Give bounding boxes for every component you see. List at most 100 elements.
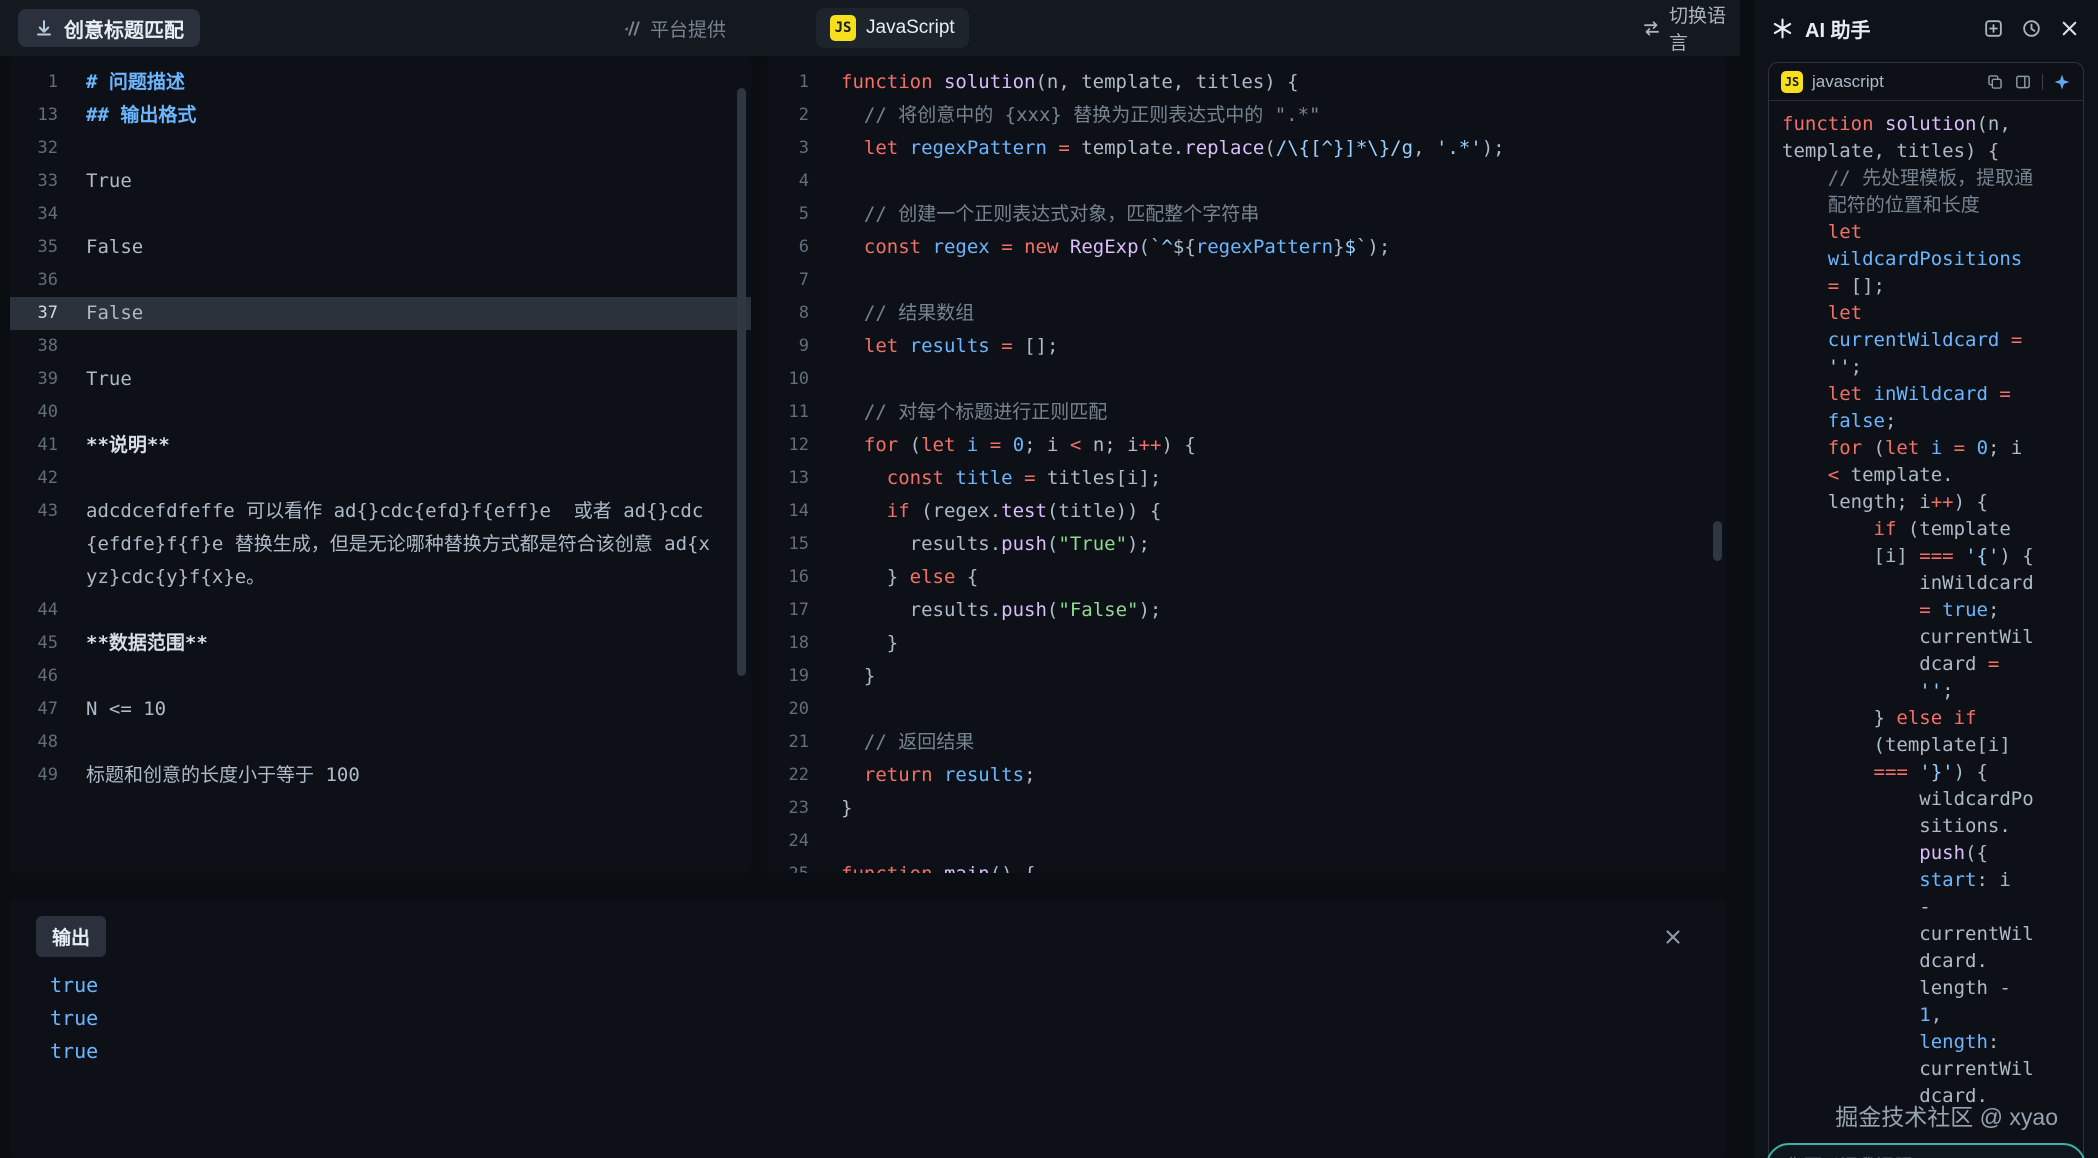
line-content: return results; (841, 759, 1036, 792)
line-content: } (841, 660, 875, 693)
problem-title-button[interactable]: 创意标题匹配 (18, 9, 200, 47)
line-content: currentWil (1782, 624, 2034, 651)
scrollbar[interactable] (737, 88, 746, 676)
line-number: 45 (10, 627, 86, 660)
line-number: 20 (767, 693, 841, 726)
line-number: 43 (10, 495, 86, 594)
switch-language-button[interactable]: 切换语言 (1642, 0, 1740, 56)
code-line: 17 results.push("False"); (767, 594, 1726, 627)
line-content: **说明** (86, 429, 751, 462)
code-line: 43adcdcefdfeffe 可以看作 ad{}cdc{efd}f{eff}e… (10, 495, 751, 594)
code-line: wildcardPo (1782, 786, 2070, 813)
line-content (86, 462, 751, 495)
code-line: currentWil (1782, 1056, 2070, 1083)
code-line: let (1782, 219, 2070, 246)
line-content: template, titles) { (1782, 138, 1999, 165)
line-content (841, 693, 852, 726)
sparkle-icon (1772, 18, 1793, 39)
code-line: 46 (10, 660, 751, 693)
line-content: length: (1782, 1029, 2011, 1056)
line-content (86, 132, 751, 165)
line-content: dcard = (1782, 651, 2011, 678)
output-line: true (50, 1002, 1726, 1035)
code-line: 23} (767, 792, 1726, 825)
new-chat-icon[interactable] (1983, 18, 2004, 39)
output-tab[interactable]: 输出 (36, 916, 106, 957)
code-line: 13## 输出格式 (10, 99, 751, 132)
line-number: 3 (767, 132, 841, 165)
code-line: 2 // 将创意中的 {xxx} 替换为正则表达式中的 ".*" (767, 99, 1726, 132)
code-line: 10 (767, 363, 1726, 396)
code-line: 47N <= 10 (10, 693, 751, 726)
scrollbar[interactable] (1713, 521, 1722, 561)
code-line: } else if (1782, 705, 2070, 732)
line-number: 44 (10, 594, 86, 627)
code-line: start: i (1782, 867, 2070, 894)
line-content: N <= 10 (86, 693, 751, 726)
line-number: 1 (767, 66, 841, 99)
line-content: length - (1782, 975, 2022, 1002)
ai-code-lines: function solution(n, template, titles) {… (1769, 101, 2083, 1120)
line-content: === '}') { (1782, 759, 1988, 786)
line-number: 4 (767, 165, 841, 198)
close-output-button[interactable] (1662, 926, 1684, 948)
ai-assistant-header: AI 助手 (1754, 0, 2098, 56)
magic-sparkle-icon[interactable] (2053, 73, 2071, 91)
line-number: 32 (10, 132, 86, 165)
line-number: 6 (767, 231, 841, 264)
insert-panel-icon[interactable] (2014, 73, 2032, 91)
line-number: 13 (10, 99, 86, 132)
line-number: 24 (767, 825, 841, 858)
swap-icon (1642, 19, 1661, 38)
code-line: 14 if (regex.test(title)) { (767, 495, 1726, 528)
line-content: 1, (1782, 1002, 1942, 1029)
code-line: 45**数据范围** (10, 627, 751, 660)
line-content (86, 726, 751, 759)
line-content: if (template (1782, 516, 2011, 543)
code-line: for (let i = 0; i (1782, 435, 2070, 462)
code-line: currentWil (1782, 624, 2070, 651)
code-line: 36 (10, 264, 751, 297)
history-icon[interactable] (2021, 18, 2042, 39)
line-number: 46 (10, 660, 86, 693)
code-line: currentWil (1782, 921, 2070, 948)
line-content: True (86, 363, 751, 396)
code-line: template, titles) { (1782, 138, 2070, 165)
close-icon[interactable] (2059, 18, 2080, 39)
arrow-down-icon (34, 18, 54, 38)
line-content: wildcardPositions (1782, 246, 2022, 273)
line-number: 7 (767, 264, 841, 297)
code-line: 16 } else { (767, 561, 1726, 594)
ai-code-tools (1986, 73, 2071, 91)
code-line: length: (1782, 1029, 2070, 1056)
line-content: wildcardPo (1782, 786, 2034, 813)
line-content: results.push("False"); (841, 594, 1161, 627)
code-line: 配符的位置和长度 (1782, 192, 2070, 219)
line-content: // 创建一个正则表达式对象，匹配整个字符串 (841, 198, 1259, 231)
line-content: **数据范围** (86, 627, 751, 660)
line-content: = true; (1782, 597, 1999, 624)
code-line: 25function main() { (767, 858, 1726, 873)
code-line: 11 // 对每个标题进行正则匹配 (767, 396, 1726, 429)
line-content: let (1782, 300, 1874, 327)
line-content: let regexPattern = template.replace(/\{[… (841, 132, 1505, 165)
line-content (841, 363, 852, 396)
line-number: 5 (767, 198, 841, 231)
line-number: 17 (767, 594, 841, 627)
code-line: 18 } (767, 627, 1726, 660)
line-number: 19 (767, 660, 841, 693)
line-content (841, 165, 852, 198)
line-content: const title = titles[i]; (841, 462, 1161, 495)
line-content: False (86, 231, 751, 264)
code-line: 42 (10, 462, 751, 495)
line-number: 21 (767, 726, 841, 759)
line-number: 38 (10, 330, 86, 363)
js-badge: JS (830, 15, 856, 41)
output-lines: truetruetrue (10, 969, 1726, 1068)
language-tab[interactable]: JS JavaScript (816, 8, 969, 48)
copy-icon[interactable] (1986, 73, 2004, 91)
line-content: let (1782, 219, 1874, 246)
code-editor-panel[interactable]: 1function solution(n, template, titles) … (767, 56, 1726, 873)
code-line: let inWildcard = (1782, 381, 2070, 408)
output-header: 输出 (10, 900, 1726, 963)
